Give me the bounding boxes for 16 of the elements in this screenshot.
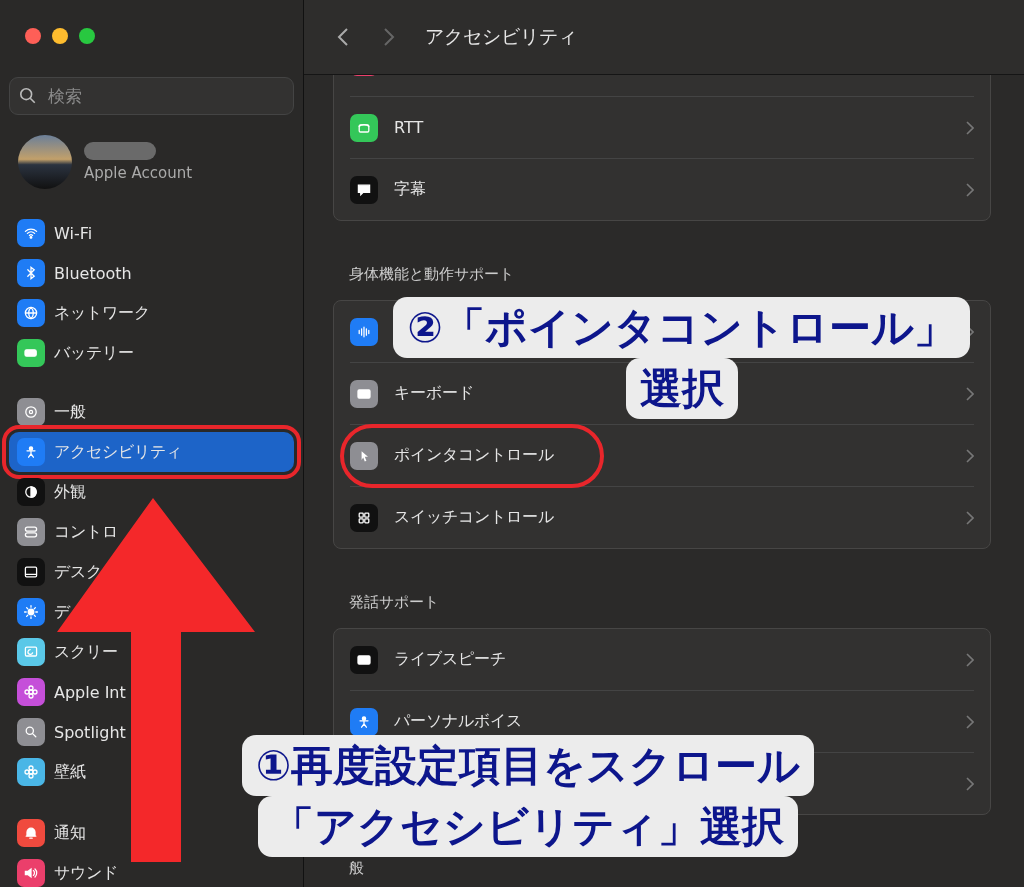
row-label: ポインタコントロール xyxy=(394,445,554,466)
callout-tooltip: 選択 xyxy=(625,358,738,419)
section-title: 般 xyxy=(349,859,365,878)
row-label: キーボード xyxy=(394,383,474,404)
callout-tooltip: 「アクセシビリティ」選択 xyxy=(258,796,798,857)
section-title: 身体機能と動作サポート xyxy=(349,265,515,284)
row-label: パーソナルボイス xyxy=(394,711,522,732)
page-title: アクセシビリティ xyxy=(425,24,577,49)
row-label: 字幕 xyxy=(394,179,426,200)
callout-tooltip: ①再度設定項目をスクロール xyxy=(241,735,815,796)
callout-tooltip: ②「ポインタコントロール」 xyxy=(393,297,970,358)
row-label: ライブスピーチ xyxy=(394,649,506,670)
account-subtitle: Apple Account xyxy=(84,164,193,182)
section-title: 発話サポート xyxy=(349,593,440,612)
row-label: RTT xyxy=(394,118,424,137)
row-label: スイッチコントロール xyxy=(394,507,554,528)
